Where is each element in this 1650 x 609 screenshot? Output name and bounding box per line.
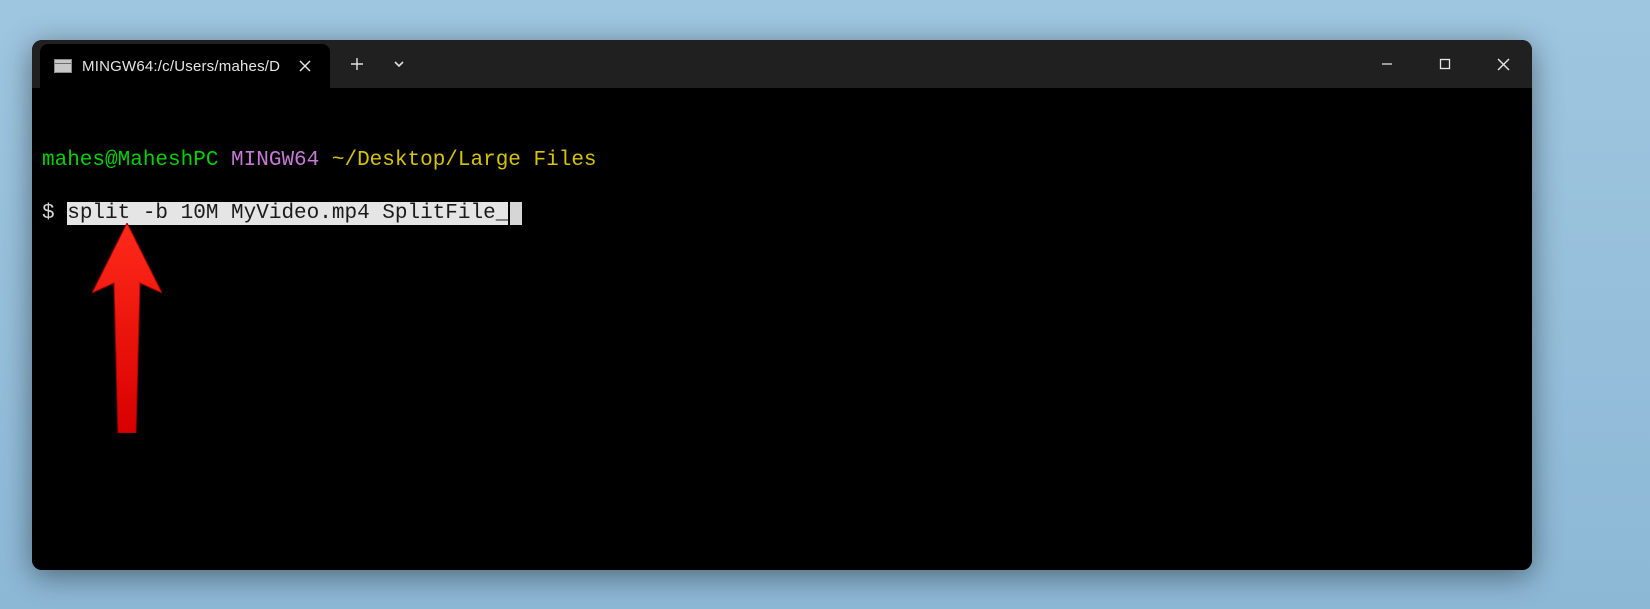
shell-env: MINGW64	[231, 149, 319, 172]
annotation-arrow-icon	[92, 223, 162, 433]
window-controls	[1358, 40, 1532, 88]
close-window-button[interactable]	[1474, 40, 1532, 88]
prompt-symbol: $	[42, 202, 55, 225]
tab-dropdown-button[interactable]	[380, 40, 418, 88]
plus-icon	[350, 57, 364, 71]
minimize-button[interactable]	[1358, 40, 1416, 88]
terminal-tab-icon	[54, 59, 72, 73]
titlebar: MINGW64:/c/Users/mahes/D	[32, 40, 1532, 88]
new-tab-button[interactable]	[338, 40, 376, 88]
prompt-line: mahes@MaheshPC MINGW64 ~/Desktop/Large F…	[42, 148, 1522, 174]
cursor	[510, 202, 522, 225]
tab-close-button[interactable]	[290, 51, 320, 81]
titlebar-drag-region[interactable]	[418, 40, 1358, 88]
tab-title: MINGW64:/c/Users/mahes/D	[82, 58, 280, 75]
maximize-icon	[1439, 58, 1451, 70]
user-host: mahes@MaheshPC	[42, 149, 218, 172]
maximize-button[interactable]	[1416, 40, 1474, 88]
command-line: $ split -b 10M MyVideo.mp4 SplitFile_	[42, 201, 1522, 227]
terminal-window: MINGW64:/c/Users/mahes/D	[32, 40, 1532, 570]
terminal-output[interactable]: mahes@MaheshPC MINGW64 ~/Desktop/Large F…	[32, 88, 1532, 570]
active-tab[interactable]: MINGW64:/c/Users/mahes/D	[40, 44, 330, 88]
close-icon	[1497, 58, 1510, 71]
chevron-down-icon	[392, 57, 406, 71]
minimize-icon	[1381, 58, 1393, 70]
close-icon	[299, 60, 311, 72]
command-text[interactable]: split -b 10M MyVideo.mp4 SplitFile_	[67, 202, 508, 225]
cwd-path: ~/Desktop/Large Files	[332, 149, 597, 172]
tab-actions	[330, 40, 418, 88]
